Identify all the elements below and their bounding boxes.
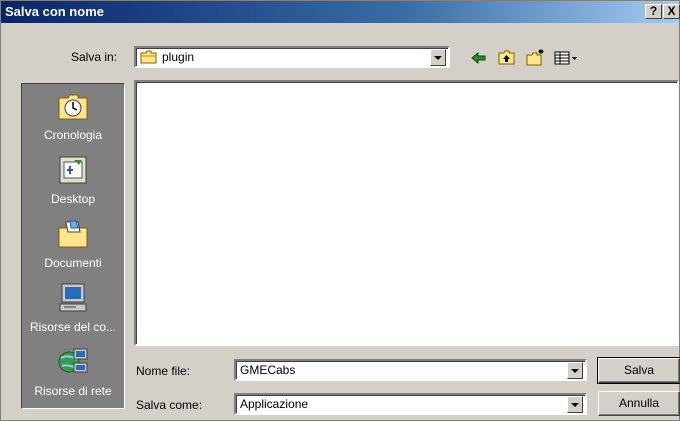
save-in-dropdown-button[interactable] [430,49,446,66]
places-bar: Cronologia Desktop Documenti Risorse del… [21,83,125,409]
chevron-down-icon [571,369,579,373]
place-item-desktop[interactable]: Desktop [22,154,124,210]
place-label-history: Cronologia [43,128,103,142]
computer-icon [56,282,90,314]
place-label-my-computer: Risorse del co... [29,320,117,334]
documents-folder-icon [56,218,90,250]
place-label-network: Risorse di rete [34,384,112,398]
close-button[interactable]: X [663,4,680,19]
place-item-documents[interactable]: Documenti [22,218,124,274]
network-icon [56,346,90,378]
save-as-type-value: Applicazione [240,397,309,411]
save-button[interactable]: Salva [597,357,680,384]
place-item-network[interactable]: Risorse di rete [22,346,124,402]
chevron-down-icon [571,403,579,407]
filename-combobox[interactable]: GMECabs [234,359,587,381]
back-arrow-icon[interactable] [469,48,489,68]
save-in-combobox[interactable]: plugin [134,46,450,68]
save-as-dialog: Salva con nome ? X Salva in: plugin Cron… [0,0,680,421]
new-folder-icon[interactable] [525,48,545,68]
cancel-button[interactable]: Annulla [598,391,680,416]
desktop-icon [56,154,90,186]
filename-label: Nome file: [136,364,191,378]
view-menu-icon[interactable] [553,48,579,68]
folder-icon [140,50,158,64]
history-icon [56,90,90,122]
place-label-desktop: Desktop [50,192,96,206]
up-folder-icon[interactable] [497,48,517,68]
place-item-my-computer[interactable]: Risorse del co... [22,282,124,338]
save-as-type-label: Salva come: [136,398,203,412]
filename-value: GMECabs [240,363,296,377]
place-label-documents: Documenti [44,256,102,270]
title-bar[interactable]: Salva con nome ? X [1,1,680,23]
place-item-history[interactable]: Cronologia [22,90,124,146]
save-in-value: plugin [162,50,195,64]
save-in-label: Salva in: [71,50,118,64]
file-list-view[interactable] [134,80,679,346]
save-as-type-dropdown-button[interactable] [567,396,583,413]
filename-dropdown-button[interactable] [567,362,583,379]
window-title: Salva con nome [5,4,104,19]
chevron-down-icon [434,56,442,60]
help-button[interactable]: ? [645,4,662,19]
save-as-type-select[interactable]: Applicazione [234,393,587,415]
